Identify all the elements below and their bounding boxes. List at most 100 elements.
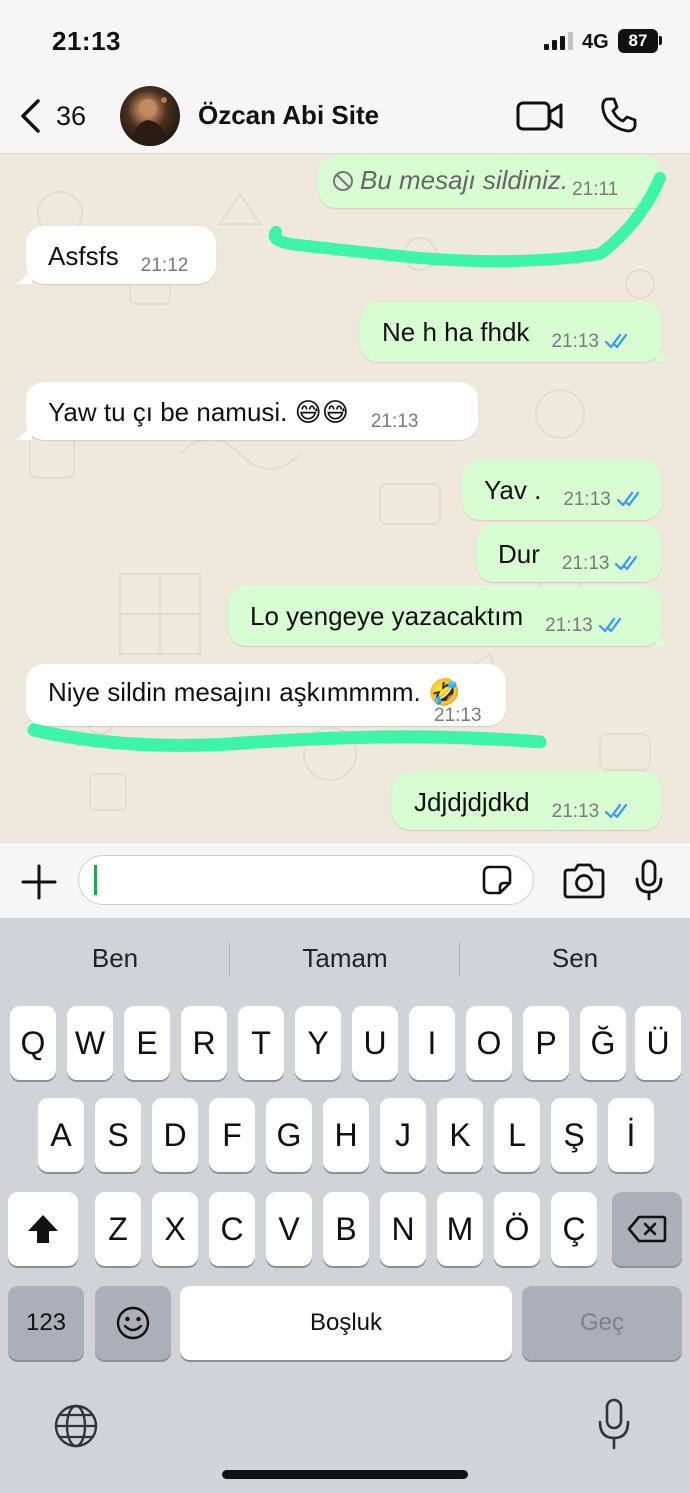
key-z[interactable]: Z bbox=[95, 1192, 141, 1266]
key-r[interactable]: R bbox=[181, 1006, 227, 1080]
message-text: Niye sildin mesajını aşkımmmm. 🤣 bbox=[48, 677, 461, 707]
message-text: Yaw tu çı be namusi. 😅😅 bbox=[48, 397, 349, 427]
key-c-cedilla[interactable]: Ç bbox=[551, 1192, 597, 1266]
microphone-icon[interactable] bbox=[634, 859, 664, 901]
chat-area[interactable]: Bu mesajı sildiniz. 21:11 Asfsfs 21:12 Ne … bbox=[0, 154, 690, 842]
message-text: Lo yengeye yazacaktım bbox=[250, 601, 524, 631]
message-text: Bu mesajı sildiniz. bbox=[360, 165, 569, 195]
dictation-icon[interactable] bbox=[596, 1398, 632, 1450]
message-text: Asfsfs bbox=[48, 241, 119, 271]
bubble-tail bbox=[16, 266, 32, 284]
home-indicator bbox=[222, 1470, 468, 1479]
message-time: 21:11 bbox=[572, 179, 619, 200]
message-time: 21:13 bbox=[551, 801, 600, 822]
key-s-cedilla[interactable]: Ş bbox=[551, 1098, 597, 1172]
prediction-1[interactable]: Ben bbox=[0, 934, 230, 982]
message-input-bar bbox=[0, 842, 690, 918]
key-e[interactable]: E bbox=[124, 1006, 170, 1080]
contact-name[interactable]: Özcan Abi Site bbox=[198, 100, 379, 131]
key-f[interactable]: F bbox=[209, 1098, 255, 1172]
key-h[interactable]: H bbox=[323, 1098, 369, 1172]
key-d[interactable]: D bbox=[152, 1098, 198, 1172]
space-key[interactable]: Boşluk bbox=[180, 1286, 512, 1360]
camera-icon[interactable] bbox=[562, 863, 606, 899]
chat-header: 36 Özcan Abi Site bbox=[0, 80, 690, 154]
key-j[interactable]: J bbox=[380, 1098, 426, 1172]
read-ticks-icon bbox=[605, 803, 628, 819]
key-dotted-i[interactable]: İ bbox=[608, 1098, 654, 1172]
message-input[interactable] bbox=[78, 855, 534, 905]
key-y[interactable]: Y bbox=[295, 1006, 341, 1080]
battery-icon: 87 bbox=[618, 29, 658, 53]
status-bar: 21:13 4G 87 bbox=[0, 0, 690, 80]
bubble-tail bbox=[656, 628, 672, 646]
emoji-icon bbox=[116, 1306, 150, 1340]
backspace-key[interactable] bbox=[612, 1192, 682, 1266]
message-bubble-outgoing[interactable]: Bu mesajı sildiniz. 21:11 bbox=[318, 156, 662, 208]
video-call-icon[interactable] bbox=[516, 100, 564, 132]
contact-avatar[interactable] bbox=[120, 86, 180, 146]
key-i[interactable]: I bbox=[409, 1006, 455, 1080]
key-q[interactable]: Q bbox=[10, 1006, 56, 1080]
unread-count: 36 bbox=[56, 100, 87, 131]
message-bubble-outgoing[interactable]: Lo yengeye yazacaktım 21:13 bbox=[228, 586, 662, 646]
plus-icon[interactable] bbox=[20, 863, 58, 901]
key-g[interactable]: G bbox=[266, 1098, 312, 1172]
message-bubble-incoming[interactable]: Niye sildin mesajını aşkımmmm. 🤣 21:13 bbox=[26, 664, 506, 726]
message-time: 21:12 bbox=[140, 255, 189, 276]
read-ticks-icon bbox=[598, 617, 621, 633]
message-text: Jdjdjdjdkd bbox=[414, 787, 530, 817]
globe-icon[interactable] bbox=[52, 1402, 100, 1450]
back-button[interactable]: 36 bbox=[18, 94, 86, 138]
numbers-key[interactable]: 123 bbox=[8, 1286, 84, 1360]
prediction-3[interactable]: Sen bbox=[460, 934, 690, 982]
shift-key[interactable] bbox=[8, 1192, 78, 1266]
message-bubble-incoming[interactable]: Asfsfs 21:12 bbox=[26, 226, 216, 284]
avatar-photo bbox=[132, 97, 168, 146]
key-w[interactable]: W bbox=[67, 1006, 113, 1080]
predictive-bar: Ben Tamam Sen bbox=[0, 934, 690, 982]
message-time: 21:13 bbox=[563, 489, 611, 510]
key-b[interactable]: B bbox=[323, 1192, 369, 1266]
key-c[interactable]: C bbox=[209, 1192, 255, 1266]
message-time: 21:13 bbox=[545, 615, 593, 636]
message-time: 21:13 bbox=[561, 553, 610, 574]
message-bubble-outgoing[interactable]: Ne h ha fhdk 21:13 bbox=[360, 302, 662, 362]
text-caret bbox=[94, 865, 97, 895]
battery-tip bbox=[659, 36, 662, 45]
key-u[interactable]: U bbox=[352, 1006, 398, 1080]
message-bubble-outgoing[interactable]: Dur 21:13 bbox=[476, 524, 662, 582]
key-k[interactable]: K bbox=[437, 1098, 483, 1172]
shift-icon bbox=[28, 1215, 58, 1243]
key-o-umlaut[interactable]: Ö bbox=[494, 1192, 540, 1266]
key-a[interactable]: A bbox=[38, 1098, 84, 1172]
return-key[interactable]: Geç bbox=[522, 1286, 682, 1360]
key-p[interactable]: P bbox=[523, 1006, 569, 1080]
signal-icon bbox=[544, 32, 573, 50]
message-text: Yav . bbox=[484, 475, 542, 505]
key-n[interactable]: N bbox=[380, 1192, 426, 1266]
key-x[interactable]: X bbox=[152, 1192, 198, 1266]
message-bubble-outgoing[interactable]: Jdjdjdjdkd 21:13 bbox=[392, 772, 662, 830]
emoji-key[interactable] bbox=[95, 1286, 171, 1360]
key-v[interactable]: V bbox=[266, 1192, 312, 1266]
network-type: 4G bbox=[582, 31, 609, 53]
key-o[interactable]: O bbox=[466, 1006, 512, 1080]
read-ticks-icon bbox=[604, 333, 628, 349]
prediction-2[interactable]: Tamam bbox=[230, 934, 460, 982]
key-u-umlaut[interactable]: Ü bbox=[635, 1006, 681, 1080]
key-s[interactable]: S bbox=[95, 1098, 141, 1172]
key-t[interactable]: T bbox=[238, 1006, 284, 1080]
key-m[interactable]: M bbox=[437, 1192, 483, 1266]
message-time: 21:13 bbox=[434, 705, 482, 726]
key-l[interactable]: L bbox=[494, 1098, 540, 1172]
key-g-breve[interactable]: Ğ bbox=[580, 1006, 626, 1080]
keyboard: Ben Tamam Sen Q W E R T Y U I O P Ğ Ü A … bbox=[0, 918, 690, 1493]
message-bubble-outgoing[interactable]: Yav . 21:13 bbox=[462, 460, 662, 520]
backspace-icon bbox=[627, 1215, 667, 1243]
message-bubble-incoming[interactable]: Yaw tu çı be namusi. 😅😅 21:13 bbox=[26, 382, 478, 440]
phone-call-icon[interactable] bbox=[600, 96, 638, 134]
sticker-icon[interactable] bbox=[480, 863, 514, 897]
status-time: 21:13 bbox=[52, 26, 121, 56]
bubble-tail bbox=[656, 344, 672, 362]
